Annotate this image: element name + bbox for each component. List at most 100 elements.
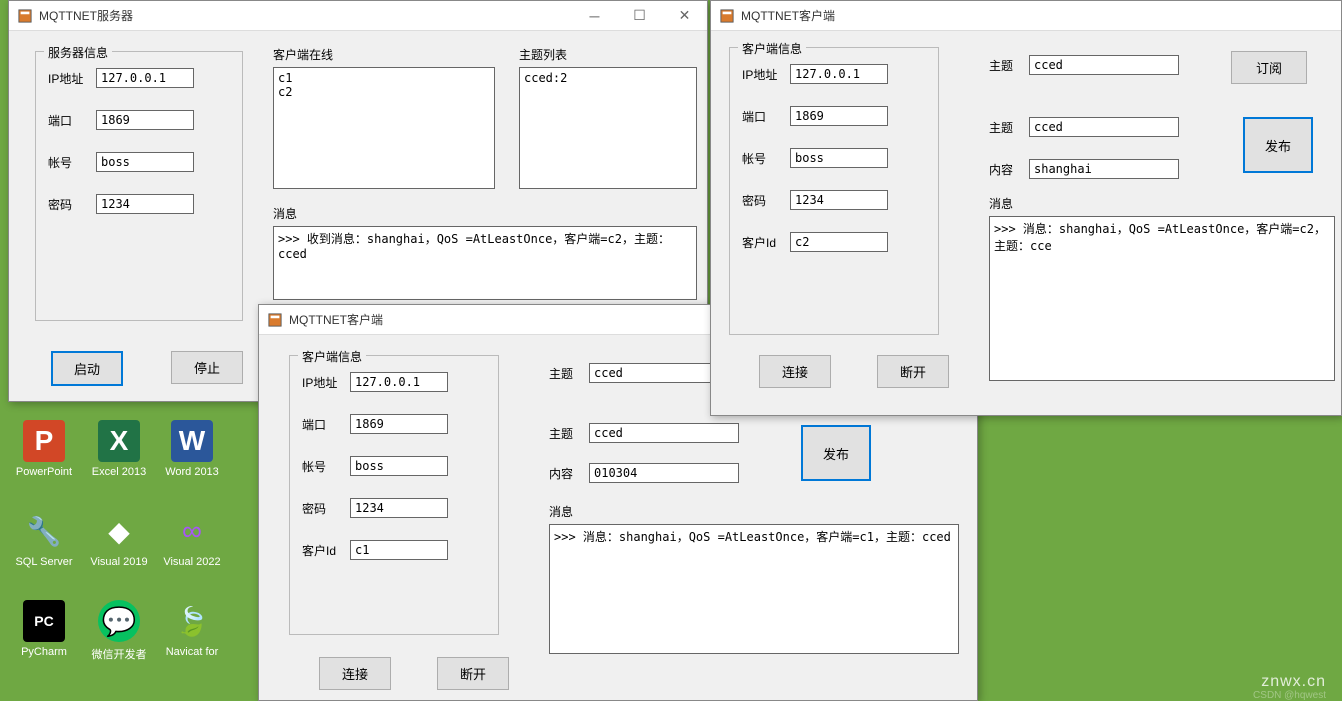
pycharm-icon: PC — [23, 600, 65, 642]
desktop-icon-label: PyCharm — [10, 646, 78, 658]
sqlserver-icon: 🔧 — [23, 510, 65, 552]
desktop-icon-pycharm[interactable]: PC PyCharm — [10, 600, 78, 658]
msg-label: 消息 — [989, 195, 1335, 212]
client2-window: MQTTNET客户端 客户端信息 IP地址 端口 帐号 密码 客户Id — [710, 0, 1342, 416]
port-input[interactable] — [96, 110, 194, 130]
group-title: 服务器信息 — [44, 44, 112, 61]
desktop-icon-label: Visual 2022 — [158, 556, 226, 568]
pub-topic-input[interactable] — [589, 423, 739, 443]
desktop-icon-powerpoint[interactable]: P PowerPoint — [10, 420, 78, 478]
msg-log[interactable] — [273, 226, 697, 300]
desktop-icon-label: 微信开发者 — [85, 646, 153, 662]
disconnect-button[interactable]: 断开 — [877, 355, 949, 388]
app-icon — [267, 312, 283, 328]
topics-list[interactable] — [519, 67, 697, 189]
user-input[interactable] — [790, 148, 888, 168]
label-user: 帐号 — [48, 154, 96, 171]
vs2019-icon: ◆ — [98, 510, 140, 552]
label-cid: 客户Id — [302, 542, 350, 559]
label-port: 端口 — [48, 112, 96, 129]
maximize-button[interactable]: ☐ — [617, 1, 662, 31]
publish-button[interactable]: 发布 — [801, 425, 871, 481]
close-button[interactable]: ✕ — [662, 1, 707, 31]
ip-input[interactable] — [96, 68, 194, 88]
label-cid: 客户Id — [742, 234, 790, 251]
word-icon: W — [171, 420, 213, 462]
app-icon — [17, 8, 33, 24]
minimize-button[interactable]: ─ — [572, 1, 617, 31]
stop-button[interactable]: 停止 — [171, 351, 243, 384]
msg-log[interactable] — [989, 216, 1335, 381]
desktop-icon-label: Visual 2019 — [85, 556, 153, 568]
disconnect-button[interactable]: 断开 — [437, 657, 509, 690]
port-input[interactable] — [790, 106, 888, 126]
label-user: 帐号 — [742, 150, 790, 167]
label-content: 内容 — [549, 465, 589, 482]
desktop-icon-vs2022[interactable]: ∞ Visual 2022 — [158, 510, 226, 568]
window-title: MQTTNET服务器 — [39, 7, 572, 24]
titlebar[interactable]: MQTTNET客户端 — [711, 1, 1341, 31]
label-sub-topic: 主题 — [549, 365, 589, 382]
online-clients-list[interactable] — [273, 67, 495, 189]
content-input[interactable] — [589, 463, 739, 483]
label-pub-topic: 主题 — [549, 425, 589, 442]
label-pass: 密码 — [302, 500, 350, 517]
desktop-icon-label: Word 2013 — [158, 466, 226, 478]
content-input[interactable] — [1029, 159, 1179, 179]
label-port: 端口 — [742, 108, 790, 125]
start-button[interactable]: 启动 — [51, 351, 123, 386]
desktop-icon-wechat-dev[interactable]: 💬 微信开发者 — [85, 600, 153, 662]
label-port: 端口 — [302, 416, 350, 433]
desktop-icon-vs2019[interactable]: ◆ Visual 2019 — [85, 510, 153, 568]
watermark-sub: CSDN @hqwest — [1253, 690, 1326, 701]
powerpoint-icon: P — [23, 420, 65, 462]
window-title: MQTTNET客户端 — [741, 7, 1341, 24]
ip-input[interactable] — [350, 372, 448, 392]
clientid-input[interactable] — [350, 540, 448, 560]
label-ip: IP地址 — [742, 66, 790, 83]
label-user: 帐号 — [302, 458, 350, 475]
publish-button[interactable]: 发布 — [1243, 117, 1313, 173]
desktop-icon-navicat[interactable]: 🍃 Navicat for — [158, 600, 226, 658]
user-input[interactable] — [350, 456, 448, 476]
desktop-icon-excel[interactable]: X Excel 2013 — [85, 420, 153, 478]
desktop-icon-sqlserver[interactable]: 🔧 SQL Server — [10, 510, 78, 568]
label-sub-topic: 主题 — [989, 57, 1029, 74]
desktop-icon-label: Excel 2013 — [85, 466, 153, 478]
vs2022-icon: ∞ — [171, 510, 213, 552]
client-info-group: 客户端信息 IP地址 端口 帐号 密码 客户Id — [729, 47, 939, 335]
desktop-icon-label: Navicat for — [158, 646, 226, 658]
label-ip: IP地址 — [302, 374, 350, 391]
app-icon — [719, 8, 735, 24]
watermark: znwx.cn — [1261, 673, 1326, 691]
desktop-icon-label: PowerPoint — [10, 466, 78, 478]
pass-input[interactable] — [350, 498, 448, 518]
sub-topic-input[interactable] — [1029, 55, 1179, 75]
connect-button[interactable]: 连接 — [319, 657, 391, 690]
group-title: 客户端信息 — [298, 348, 366, 365]
msg-log[interactable] — [549, 524, 959, 654]
label-pass: 密码 — [48, 196, 96, 213]
label-content: 内容 — [989, 161, 1029, 178]
titlebar[interactable]: MQTTNET服务器 ─ ☐ ✕ — [9, 1, 707, 31]
online-label: 客户端在线 — [273, 46, 495, 63]
clientid-input[interactable] — [790, 232, 888, 252]
msg-label: 消息 — [273, 205, 697, 222]
wechat-icon: 💬 — [98, 600, 140, 642]
subscribe-button[interactable]: 订阅 — [1231, 51, 1307, 84]
navicat-icon: 🍃 — [171, 600, 213, 642]
port-input[interactable] — [350, 414, 448, 434]
server-info-group: 服务器信息 IP地址 端口 帐号 密码 — [35, 51, 243, 321]
ip-input[interactable] — [790, 64, 888, 84]
pass-input[interactable] — [96, 194, 194, 214]
group-title: 客户端信息 — [738, 40, 806, 57]
pub-topic-input[interactable] — [1029, 117, 1179, 137]
excel-icon: X — [98, 420, 140, 462]
label-pub-topic: 主题 — [989, 119, 1029, 136]
label-ip: IP地址 — [48, 70, 96, 87]
client-info-group: 客户端信息 IP地址 端口 帐号 密码 客户Id — [289, 355, 499, 635]
connect-button[interactable]: 连接 — [759, 355, 831, 388]
pass-input[interactable] — [790, 190, 888, 210]
user-input[interactable] — [96, 152, 194, 172]
desktop-icon-word[interactable]: W Word 2013 — [158, 420, 226, 478]
